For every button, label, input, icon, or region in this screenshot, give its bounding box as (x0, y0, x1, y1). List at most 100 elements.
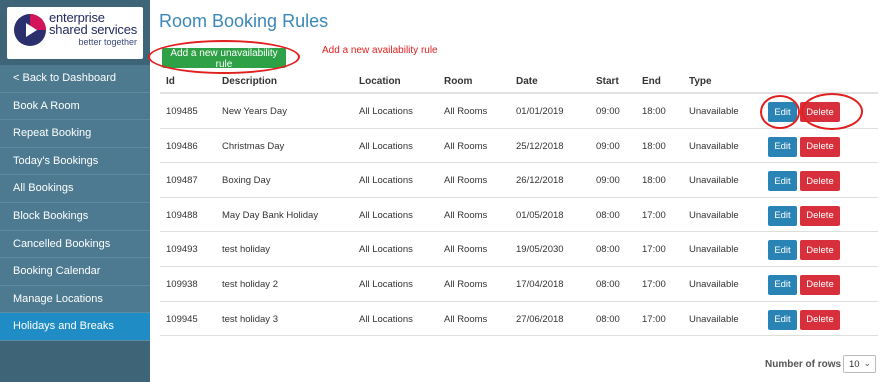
table-row: 109487 Boxing Day All Locations All Room… (160, 163, 878, 198)
cell-room: All Rooms (444, 106, 488, 117)
header-location[interactable]: Location (359, 76, 401, 87)
cell-description: test holiday (222, 244, 271, 256)
cell-id: 109485 (166, 106, 198, 117)
cell-room: All Rooms (444, 175, 488, 187)
cell-type: Unavailable (689, 244, 739, 256)
cell-date: 19/05/2030 (516, 244, 564, 256)
cell-description: New Years Day (222, 106, 287, 117)
cell-id: 109488 (166, 209, 198, 221)
sidebar-item-manage-locations[interactable]: Manage Locations (0, 285, 150, 314)
table-row: 109486 Christmas Day All Locations All R… (160, 129, 878, 164)
sidebar-item-holidays-and-breaks[interactable]: Holidays and Breaks (0, 313, 150, 341)
cell-location: All Locations (359, 313, 413, 325)
table-row: 109488 May Day Bank Holiday All Location… (160, 198, 878, 233)
logo-text: enterprise shared services better togeth… (49, 11, 138, 48)
cell-location: All Locations (359, 278, 413, 290)
annotation-ring-delete (801, 93, 863, 130)
cell-location: All Locations (359, 106, 413, 117)
table-row: 109945 test holiday 3 All Locations All … (160, 302, 878, 337)
header-date[interactable]: Date (516, 76, 538, 87)
delete-button[interactable]: Delete (800, 309, 840, 330)
cell-type: Unavailable (689, 209, 739, 221)
delete-button[interactable]: Delete (800, 171, 840, 192)
cell-description: Christmas Day (222, 140, 285, 152)
table-row: 109493 test holiday All Locations All Ro… (160, 232, 878, 267)
delete-button[interactable]: Delete (800, 274, 840, 295)
cell-description: test holiday 3 (222, 313, 278, 325)
sidebar-item-book-a-room[interactable]: Book A Room (0, 92, 150, 121)
cell-date: 27/06/2018 (516, 313, 564, 325)
table-header: Id Description Location Room Date Start … (160, 69, 878, 94)
cell-end: 18:00 (642, 106, 666, 117)
cell-id: 109493 (166, 244, 198, 256)
cell-room: All Rooms (444, 313, 488, 325)
rows-per-page-label: Number of rows (765, 359, 842, 370)
cell-start: 08:00 (596, 278, 620, 290)
table-row: 109938 test holiday 2 All Locations All … (160, 267, 878, 302)
header-description[interactable]: Description (222, 76, 277, 87)
edit-button[interactable]: Edit (768, 240, 797, 261)
delete-button[interactable]: Delete (800, 136, 840, 157)
sidebar-item-todays-bookings[interactable]: Today's Bookings (0, 147, 150, 176)
cell-date: 25/12/2018 (516, 140, 564, 152)
cell-start: 08:00 (596, 244, 620, 256)
sidebar-nav: < Back to Dashboard Book A Room Repeat B… (0, 65, 150, 341)
cell-start: 09:00 (596, 140, 620, 152)
sidebar-item-all-bookings[interactable]: All Bookings (0, 175, 150, 203)
cell-location: All Locations (359, 140, 413, 152)
cell-location: All Locations (359, 209, 413, 221)
edit-button[interactable]: Edit (768, 309, 797, 330)
cell-room: All Rooms (444, 278, 488, 290)
cell-description: May Day Bank Holiday (222, 209, 319, 221)
cell-type: Unavailable (689, 313, 739, 325)
cell-description: Boxing Day (222, 175, 271, 187)
cell-location: All Locations (359, 244, 413, 256)
cell-end: 18:00 (642, 175, 666, 187)
delete-button[interactable]: Delete (800, 240, 840, 261)
cell-location: All Locations (359, 175, 413, 187)
cell-start: 08:00 (596, 209, 620, 221)
cell-type: Unavailable (689, 175, 739, 187)
edit-button[interactable]: Edit (768, 274, 797, 295)
cell-date: 01/01/2019 (516, 106, 564, 117)
logo-line-2: shared services (49, 22, 138, 37)
delete-button[interactable]: Delete (800, 205, 840, 226)
sidebar-item-block-bookings[interactable]: Block Bookings (0, 202, 150, 231)
cell-id: 109486 (166, 140, 198, 152)
sidebar-item-repeat-booking[interactable]: Repeat Booking (0, 120, 150, 148)
logo-tagline: better together (78, 37, 138, 47)
header-id[interactable]: Id (166, 76, 175, 87)
cell-start: 08:00 (596, 313, 620, 325)
cell-type: Unavailable (689, 106, 739, 117)
header-start[interactable]: Start (596, 76, 619, 87)
cell-id: 109487 (166, 175, 198, 187)
cell-end: 17:00 (642, 313, 666, 325)
cell-type: Unavailable (689, 140, 739, 152)
logo-icon (14, 14, 46, 46)
cell-date: 26/12/2018 (516, 175, 564, 187)
edit-button[interactable]: Edit (768, 136, 797, 157)
cell-id: 109938 (166, 278, 198, 290)
cell-description: test holiday 2 (222, 278, 278, 290)
sidebar-item-back-to-dashboard[interactable]: < Back to Dashboard (0, 65, 150, 93)
cell-end: 18:00 (642, 140, 666, 152)
header-end[interactable]: End (642, 76, 661, 87)
cell-date: 17/04/2018 (516, 278, 564, 290)
sidebar: enterprise shared services better togeth… (0, 0, 150, 382)
header-room[interactable]: Room (444, 76, 472, 87)
header-type[interactable]: Type (689, 76, 712, 87)
sidebar-item-cancelled-bookings[interactable]: Cancelled Bookings (0, 230, 150, 259)
cell-end: 17:00 (642, 278, 666, 290)
sidebar-item-booking-calendar[interactable]: Booking Calendar (0, 258, 150, 286)
cell-id: 109945 (166, 313, 198, 325)
page-title: Room Booking Rules (159, 11, 329, 31)
chevron-down-icon: ⌄ (863, 358, 871, 368)
cell-room: All Rooms (444, 209, 488, 221)
rows-per-page-value: 10 (849, 359, 860, 370)
cell-date: 01/05/2018 (516, 209, 564, 221)
cell-end: 17:00 (642, 244, 666, 256)
cell-room: All Rooms (444, 140, 488, 152)
rows-per-page-select[interactable]: 10 ⌄ (843, 355, 876, 373)
edit-button[interactable]: Edit (768, 171, 797, 192)
edit-button[interactable]: Edit (768, 205, 797, 226)
